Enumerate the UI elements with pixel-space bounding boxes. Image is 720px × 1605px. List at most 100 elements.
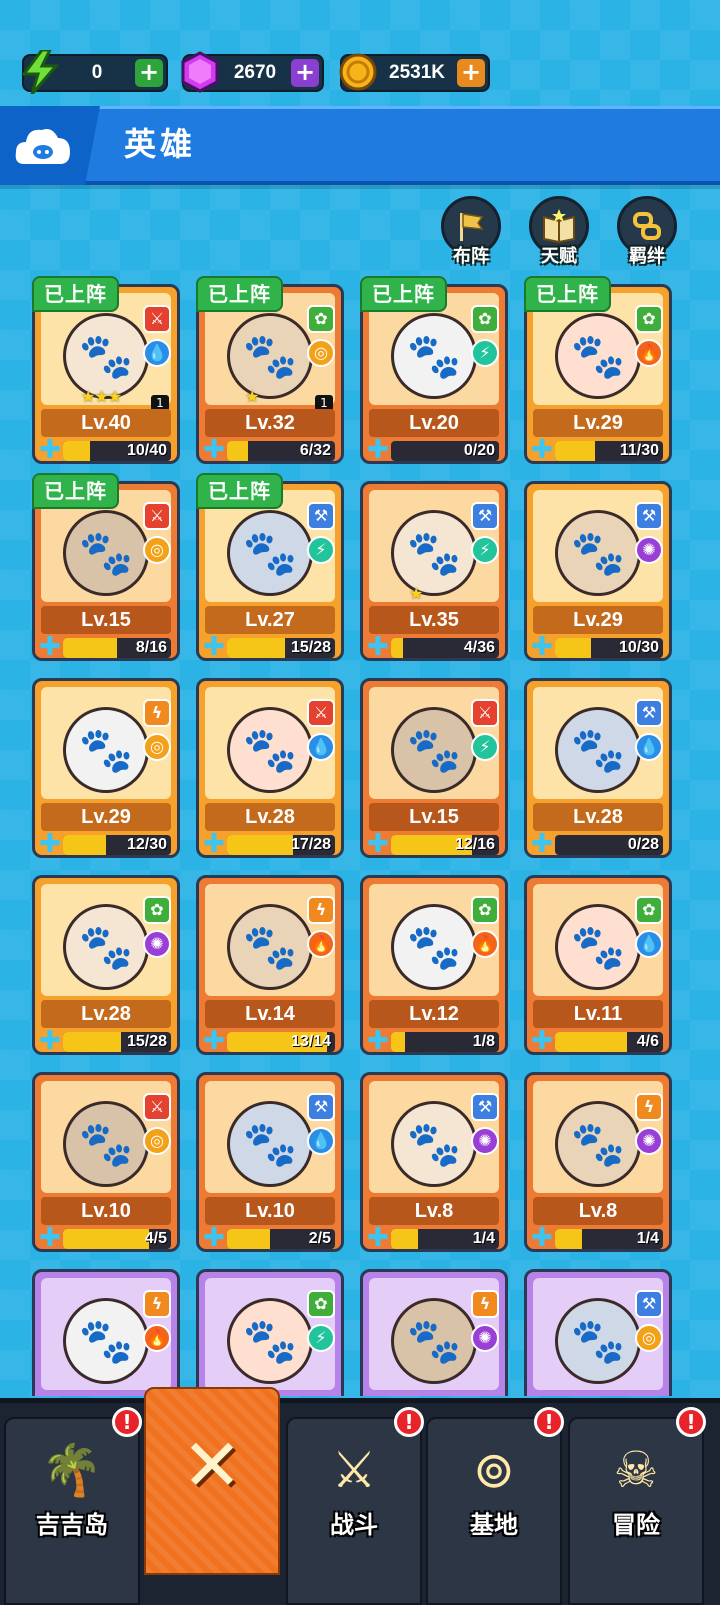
paw-class-icon: ✿ xyxy=(307,1290,335,1318)
hero-level: Lv.27 xyxy=(205,606,335,634)
shard-progress-bar: 1/8 xyxy=(391,1032,499,1052)
hero-avatar: 🐾 xyxy=(391,904,477,990)
hero-level: Lv.10 xyxy=(205,1197,335,1225)
hero-avatar: 🐾 xyxy=(63,510,149,596)
shard-progress-bar: 13/14 xyxy=(227,1032,335,1052)
add-gems-button[interactable]: + xyxy=(291,59,319,87)
bolt-class-icon: ϟ xyxy=(307,896,335,924)
base-icon: ⊚ xyxy=(473,1441,515,1499)
hero-card[interactable]: 🐾 ⚒ 💧 Lv.10 ✚ 2/5 xyxy=(196,1072,344,1252)
paw-class-icon: ✿ xyxy=(471,896,499,924)
add-energy-button[interactable]: + xyxy=(135,59,163,87)
shard-progress-text: 4/5 xyxy=(144,1230,167,1247)
shard-progress-text: 8/16 xyxy=(135,639,167,656)
light-element-icon: ⚡ xyxy=(471,733,499,761)
progress-fill xyxy=(227,638,286,658)
shard-progress-bar: 8/16 xyxy=(63,638,171,658)
deployed-tag: 已上阵 xyxy=(524,276,611,312)
hero-card[interactable]: 🐾 ✿ 💧 Lv.11 ✚ 4/6 xyxy=(524,875,672,1055)
swirl-element-icon: ◎ xyxy=(143,536,171,564)
nav-island[interactable]: 🌴 吉吉岛 ! xyxy=(4,1407,142,1605)
hero-avatar: 🐾 xyxy=(555,707,641,793)
paw-class-icon: ✿ xyxy=(635,896,663,924)
sword-class-icon: ⚔ xyxy=(471,699,499,727)
hero-card[interactable]: 🐾 ⚒ ⚡ ★ Lv.35 ✚ 4/36 xyxy=(360,481,508,661)
hero-card[interactable]: 🐾 ⚒ ✺ Lv.29 ✚ 10/30 xyxy=(524,481,672,661)
shard-progress-bar: 15/28 xyxy=(63,1032,171,1052)
shard-progress-text: 2/5 xyxy=(308,1230,331,1247)
light-element-icon: ⚡ xyxy=(307,536,335,564)
gem-value: 2670 xyxy=(233,62,277,83)
shard-progress-text: 4/36 xyxy=(463,639,495,656)
hero-card[interactable]: 🐾 ⚒ ✺ Lv.8 ✚ 1/4 xyxy=(360,1072,508,1252)
nav-base-label: 基地 xyxy=(470,1511,518,1539)
light-element-icon: ⚡ xyxy=(307,1324,335,1352)
shard-progress-bar: 1/4 xyxy=(555,1229,663,1249)
hero-avatar: 🐾 xyxy=(391,510,477,596)
hero-card[interactable]: 🐾 ⚔ 💧 Lv.28 ✚ 17/28 xyxy=(196,678,344,858)
hammer-class-icon: ⚒ xyxy=(471,502,499,530)
close-icon: ✕ xyxy=(181,1423,243,1507)
page-header: 英雄 xyxy=(0,106,720,185)
nav-heroes-close[interactable]: ✕ xyxy=(144,1387,280,1575)
hammer-class-icon: ⚒ xyxy=(635,1290,663,1318)
hero-level: Lv.8 xyxy=(533,1197,663,1225)
nav-battle-label: 战斗 xyxy=(330,1511,378,1539)
shard-progress-text: 12/16 xyxy=(454,836,495,853)
hero-actions: 布阵 天赋 羁绊 xyxy=(438,196,698,268)
hero-avatar: 🐾 xyxy=(555,1298,641,1384)
hammer-class-icon: ⚒ xyxy=(635,699,663,727)
nav-base[interactable]: ⊚ 基地 ! xyxy=(426,1407,564,1605)
crossed-swords-icon: ⚔ xyxy=(331,1441,377,1499)
hero-level: Lv.15 xyxy=(41,606,171,634)
shard-progress-text: 4/6 xyxy=(636,1033,659,1050)
hero-level: Lv.32 xyxy=(205,409,335,437)
add-coins-button[interactable]: + xyxy=(457,59,485,87)
hero-level: Lv.28 xyxy=(205,803,335,831)
deployed-tag: 已上阵 xyxy=(196,276,283,312)
hero-card[interactable]: 🐾 ϟ 🔥 Lv.14 ✚ 13/14 xyxy=(196,875,344,1055)
skull-icon: ☠ xyxy=(613,1441,659,1499)
formation-button[interactable]: 布阵 xyxy=(438,196,504,268)
bond-button[interactable]: 羁绊 xyxy=(614,196,680,268)
void-element-icon: ✺ xyxy=(471,1324,499,1352)
shard-progress-bar: 17/28 xyxy=(227,835,335,855)
nav-adventure[interactable]: ☠ 冒险 ! xyxy=(568,1407,706,1605)
hero-card[interactable]: 🐾 ✿ ✺ Lv.28 ✚ 15/28 xyxy=(32,875,180,1055)
page-title: 英雄 xyxy=(124,125,197,163)
sword-class-icon: ⚔ xyxy=(143,305,171,333)
deployed-tag: 已上阵 xyxy=(32,473,119,509)
talent-button[interactable]: 天赋 xyxy=(526,196,592,268)
hero-card[interactable]: 🐾 ϟ ◎ Lv.29 ✚ 12/30 xyxy=(32,678,180,858)
hero-level: Lv.14 xyxy=(205,1000,335,1028)
hero-card[interactable]: 🐾 ϟ ✺ Lv.8 ✚ 1/4 xyxy=(524,1072,672,1252)
shard-progress-bar: 4/6 xyxy=(555,1032,663,1052)
shard-progress-text: 1/4 xyxy=(636,1230,659,1247)
void-element-icon: ✺ xyxy=(471,1127,499,1155)
water-element-icon: 💧 xyxy=(307,1127,335,1155)
swirl-element-icon: ◎ xyxy=(143,733,171,761)
hero-level: Lv.12 xyxy=(369,1000,499,1028)
energy-counter: 0 + xyxy=(21,50,168,94)
shard-progress-text: 0/20 xyxy=(463,442,495,459)
progress-fill xyxy=(391,1229,418,1249)
shard-progress-bar: 12/30 xyxy=(63,835,171,855)
hero-card[interactable]: 🐾 ⚒ 💧 Lv.28 ✚ 0/28 xyxy=(524,678,672,858)
fire-element-icon: 🔥 xyxy=(635,339,663,367)
swirl-element-icon: ◎ xyxy=(143,1127,171,1155)
deployed-tag: 已上阵 xyxy=(32,276,119,312)
shard-progress-text: 10/40 xyxy=(126,442,167,459)
shard-progress-text: 6/32 xyxy=(299,442,331,459)
lightning-icon xyxy=(16,48,64,96)
alert-badge: ! xyxy=(534,1407,564,1437)
hero-card[interactable]: 🐾 ✿ 🔥 Lv.12 ✚ 1/8 xyxy=(360,875,508,1055)
formation-label: 布阵 xyxy=(453,246,489,267)
light-element-icon: ⚡ xyxy=(471,339,499,367)
hero-card[interactable]: 🐾 ⚔ ⚡ Lv.15 ✚ 12/16 xyxy=(360,678,508,858)
water-element-icon: 💧 xyxy=(143,339,171,367)
progress-fill xyxy=(555,1032,628,1052)
hero-card[interactable]: 🐾 ⚔ ◎ Lv.10 ✚ 4/5 xyxy=(32,1072,180,1252)
water-element-icon: 💧 xyxy=(635,733,663,761)
nav-battle[interactable]: ⚔ 战斗 ! xyxy=(286,1407,424,1605)
water-element-icon: 💧 xyxy=(635,930,663,958)
